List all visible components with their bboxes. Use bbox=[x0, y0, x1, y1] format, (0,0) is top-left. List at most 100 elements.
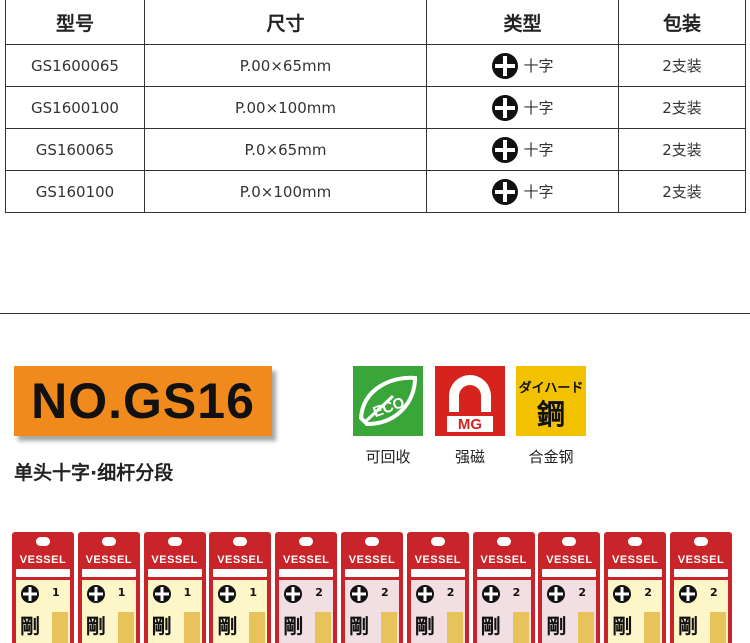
package-size-number: 1 bbox=[249, 586, 258, 599]
header-type: 类型 bbox=[426, 0, 619, 45]
package-size-number: 1 bbox=[183, 586, 192, 599]
product-package: VESSEL 2 剛 bbox=[275, 532, 338, 643]
phillips-cross-icon bbox=[491, 52, 519, 80]
cell-type: 十字 bbox=[426, 170, 619, 213]
package-kanji: 剛 bbox=[612, 614, 633, 638]
cell-type-text: 十字 bbox=[523, 99, 554, 117]
package-tag bbox=[315, 612, 332, 643]
eco-leaf-icon: ECO bbox=[353, 366, 423, 436]
cell-pack: 2支装 bbox=[618, 44, 746, 87]
package-kanji: 剛 bbox=[546, 614, 567, 638]
phillips-cross-icon bbox=[491, 136, 519, 164]
cell-type: 十字 bbox=[426, 86, 619, 129]
package-window: 2剛 bbox=[476, 580, 531, 643]
package-brand: VESSEL bbox=[611, 554, 659, 566]
svg-text:鋼: 鋼 bbox=[537, 398, 565, 431]
package-window: 2剛 bbox=[608, 580, 663, 643]
package-brand: VESSEL bbox=[348, 554, 396, 566]
table-row: GS160100 P.0×100mm 十字 2支装 bbox=[5, 170, 746, 213]
hang-hole bbox=[430, 537, 445, 546]
hang-hole bbox=[694, 537, 708, 546]
package-kanji: 剛 bbox=[678, 614, 698, 638]
package-brand: VESSEL bbox=[677, 554, 725, 566]
package-kanji: 剛 bbox=[20, 614, 40, 638]
package-window: 1剛 bbox=[16, 580, 70, 643]
feature-steel-label: 合金钢 bbox=[528, 448, 574, 466]
package-tag bbox=[117, 612, 134, 643]
package-sub-label bbox=[410, 569, 465, 577]
package-brand: VESSEL bbox=[217, 554, 264, 566]
package-sub-label bbox=[345, 569, 399, 577]
package-brand: VESSEL bbox=[151, 554, 198, 566]
package-tag bbox=[446, 612, 463, 643]
cell-type-text: 十字 bbox=[523, 141, 554, 159]
cell-type-text: 十字 bbox=[523, 57, 554, 75]
feature-eco-label: 可回收 bbox=[365, 448, 411, 466]
package-tag bbox=[183, 612, 200, 643]
svg-text:ダイハード: ダイハード bbox=[519, 380, 584, 396]
package-size-number: 2 bbox=[315, 586, 323, 599]
hang-hole bbox=[36, 537, 50, 546]
package-tag bbox=[512, 612, 529, 643]
package-tag bbox=[644, 612, 661, 643]
package-brand: VESSEL bbox=[546, 554, 593, 566]
package-kanji: 剛 bbox=[349, 614, 369, 638]
cell-size: P.0×65mm bbox=[144, 128, 427, 171]
table-row: GS160065 P.0×65mm 十字 2支装 bbox=[5, 128, 746, 171]
package-kanji: 剛 bbox=[85, 614, 106, 638]
package-window: 2剛 bbox=[674, 580, 728, 643]
package-size-number: 1 bbox=[52, 586, 60, 599]
header-pack: 包装 bbox=[618, 0, 746, 45]
feature-eco: ECO 可回收 bbox=[352, 366, 424, 467]
product-package: VESSEL 1 剛 bbox=[12, 532, 74, 643]
cell-pack: 2支装 bbox=[618, 170, 746, 213]
cell-size: P.00×65mm bbox=[144, 44, 427, 87]
product-subtitle: 单头十字·细杆分段 bbox=[14, 462, 174, 484]
phillips-cross-icon bbox=[491, 94, 519, 122]
package-sub-label bbox=[542, 569, 597, 577]
hang-hole bbox=[628, 537, 643, 546]
hang-hole bbox=[167, 537, 182, 546]
product-package: VESSEL 2 剛 bbox=[472, 532, 535, 643]
package-size-number: 2 bbox=[446, 586, 455, 599]
package-window: 2剛 bbox=[410, 580, 465, 643]
product-package: VESSEL 2 剛 bbox=[406, 532, 469, 643]
phillips-cross-icon bbox=[218, 585, 237, 603]
package-kanji: 剛 bbox=[283, 614, 304, 638]
package-tag bbox=[52, 612, 68, 643]
hang-hole bbox=[233, 537, 248, 546]
table-header-row: 型号 尺寸 类型 包装 bbox=[5, 0, 746, 45]
package-kanji: 剛 bbox=[151, 614, 172, 638]
hard-steel-icon: ダイハード 鋼 bbox=[516, 366, 586, 436]
svg-text:MG: MG bbox=[458, 416, 482, 433]
package-brand: VESSEL bbox=[19, 554, 67, 566]
package-sub-label bbox=[476, 569, 531, 577]
phillips-cross-icon bbox=[613, 585, 632, 603]
cell-size: P.0×100mm bbox=[144, 170, 427, 213]
package-sub-label bbox=[147, 569, 202, 577]
package-window: 2剛 bbox=[279, 580, 334, 643]
header-model: 型号 bbox=[5, 0, 145, 45]
cell-type: 十字 bbox=[426, 44, 619, 87]
package-sub-label bbox=[674, 569, 728, 577]
package-size-number: 2 bbox=[710, 586, 718, 599]
package-size-number: 2 bbox=[381, 586, 389, 599]
hang-hole bbox=[299, 537, 314, 546]
package-kanji: 剛 bbox=[414, 614, 435, 638]
product-package: VESSEL 1 剛 bbox=[77, 532, 140, 643]
package-tag bbox=[381, 612, 397, 643]
hang-hole bbox=[365, 537, 379, 546]
phillips-cross-icon bbox=[21, 585, 39, 603]
hang-hole bbox=[562, 537, 577, 546]
package-window: 2剛 bbox=[345, 580, 399, 643]
package-tag bbox=[710, 612, 726, 643]
package-brand: VESSEL bbox=[282, 554, 330, 566]
cell-size: P.00×100mm bbox=[144, 86, 427, 129]
cell-pack: 2支装 bbox=[618, 128, 746, 171]
package-brand: VESSEL bbox=[414, 554, 461, 566]
cell-type-text: 十字 bbox=[523, 183, 554, 201]
package-brand: VESSEL bbox=[480, 554, 527, 566]
product-package: VESSEL 2 剛 bbox=[604, 532, 667, 643]
model-badge: NO.GS16 bbox=[14, 366, 272, 436]
package-kanji: 剛 bbox=[480, 614, 501, 638]
